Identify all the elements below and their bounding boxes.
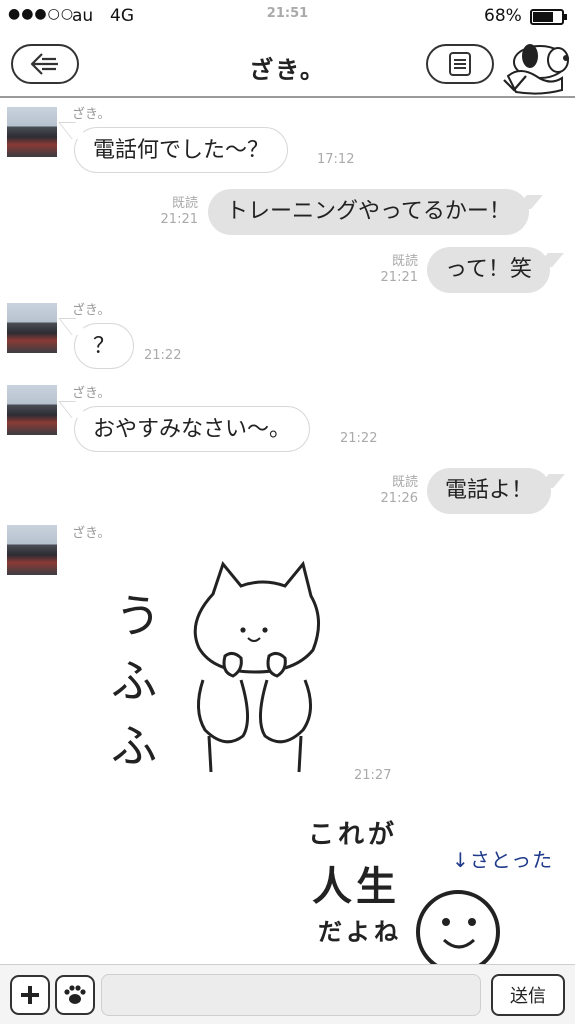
sticker-text: 人生 xyxy=(312,864,400,910)
message-input-bar: 送信 xyxy=(0,964,575,1024)
cat-sticker[interactable]: う ふ ふ xyxy=(105,560,325,780)
battery-icon xyxy=(530,9,567,25)
sticker-text: ふ xyxy=(111,654,157,708)
message-bubble[interactable]: おやすみなさい〜。 xyxy=(74,406,311,452)
message-bubble[interactable]: 電話よ！ xyxy=(427,468,552,514)
send-button[interactable]: 送信 xyxy=(491,974,565,1016)
message-bubble[interactable]: トレーニングやってるかー！ xyxy=(208,189,529,235)
sender-name: ざき。 xyxy=(72,107,111,122)
message-time: 21:22 xyxy=(340,431,378,446)
status-bar: ●●●○○ au 4G 21:51 68% xyxy=(0,0,575,32)
sticker-text: これが xyxy=(308,820,399,850)
avatar[interactable] xyxy=(7,303,57,353)
menu-button[interactable] xyxy=(426,44,494,84)
plus-icon xyxy=(21,986,39,1004)
sticker-text: だよね xyxy=(318,918,402,946)
message-time: 21:21 xyxy=(380,270,418,285)
sticker-button[interactable] xyxy=(55,975,95,1015)
message-time: 21:26 xyxy=(380,491,418,506)
message-time: 17:12 xyxy=(317,152,355,167)
smiley-face-icon xyxy=(416,890,500,965)
sender-name: ざき。 xyxy=(72,303,111,318)
sender-name: ざき。 xyxy=(72,526,111,541)
read-receipt: 既読 21:21 xyxy=(370,254,418,286)
message-time: 21:27 xyxy=(354,768,392,783)
battery-percent: 68% xyxy=(484,6,522,26)
message-time: 21:21 xyxy=(160,212,198,227)
sticker-text: ふ xyxy=(111,719,157,773)
plus-button[interactable] xyxy=(10,975,50,1015)
menu-list-icon xyxy=(449,52,471,76)
sender-name: ざき。 xyxy=(72,386,111,401)
cat-character-icon xyxy=(193,560,320,773)
read-receipt: 既読 21:26 xyxy=(370,475,418,507)
read-receipt: 既読 21:21 xyxy=(150,196,198,228)
message-time: 21:22 xyxy=(144,348,182,363)
paw-icon xyxy=(64,985,86,1004)
read-label: 既読 xyxy=(171,196,198,211)
chat-header: ざき。 xyxy=(0,32,575,98)
message-bubble[interactable]: って！笑 xyxy=(427,247,550,293)
snoopy-character-icon[interactable] xyxy=(500,36,572,96)
avatar[interactable] xyxy=(7,107,57,157)
message-input[interactable] xyxy=(101,974,481,1016)
message-bubble[interactable]: ？ xyxy=(74,323,135,369)
life-sticker[interactable]: これが 人生 だよね ↓さとった xyxy=(300,810,575,965)
read-label: 既読 xyxy=(391,475,418,490)
avatar[interactable] xyxy=(7,385,57,435)
message-bubble[interactable]: 電話何でした〜？ xyxy=(74,127,289,173)
read-label: 既読 xyxy=(391,254,418,269)
sticker-text: う xyxy=(115,589,161,643)
avatar[interactable] xyxy=(7,525,57,575)
sticker-note: ↓さとった xyxy=(452,848,554,872)
